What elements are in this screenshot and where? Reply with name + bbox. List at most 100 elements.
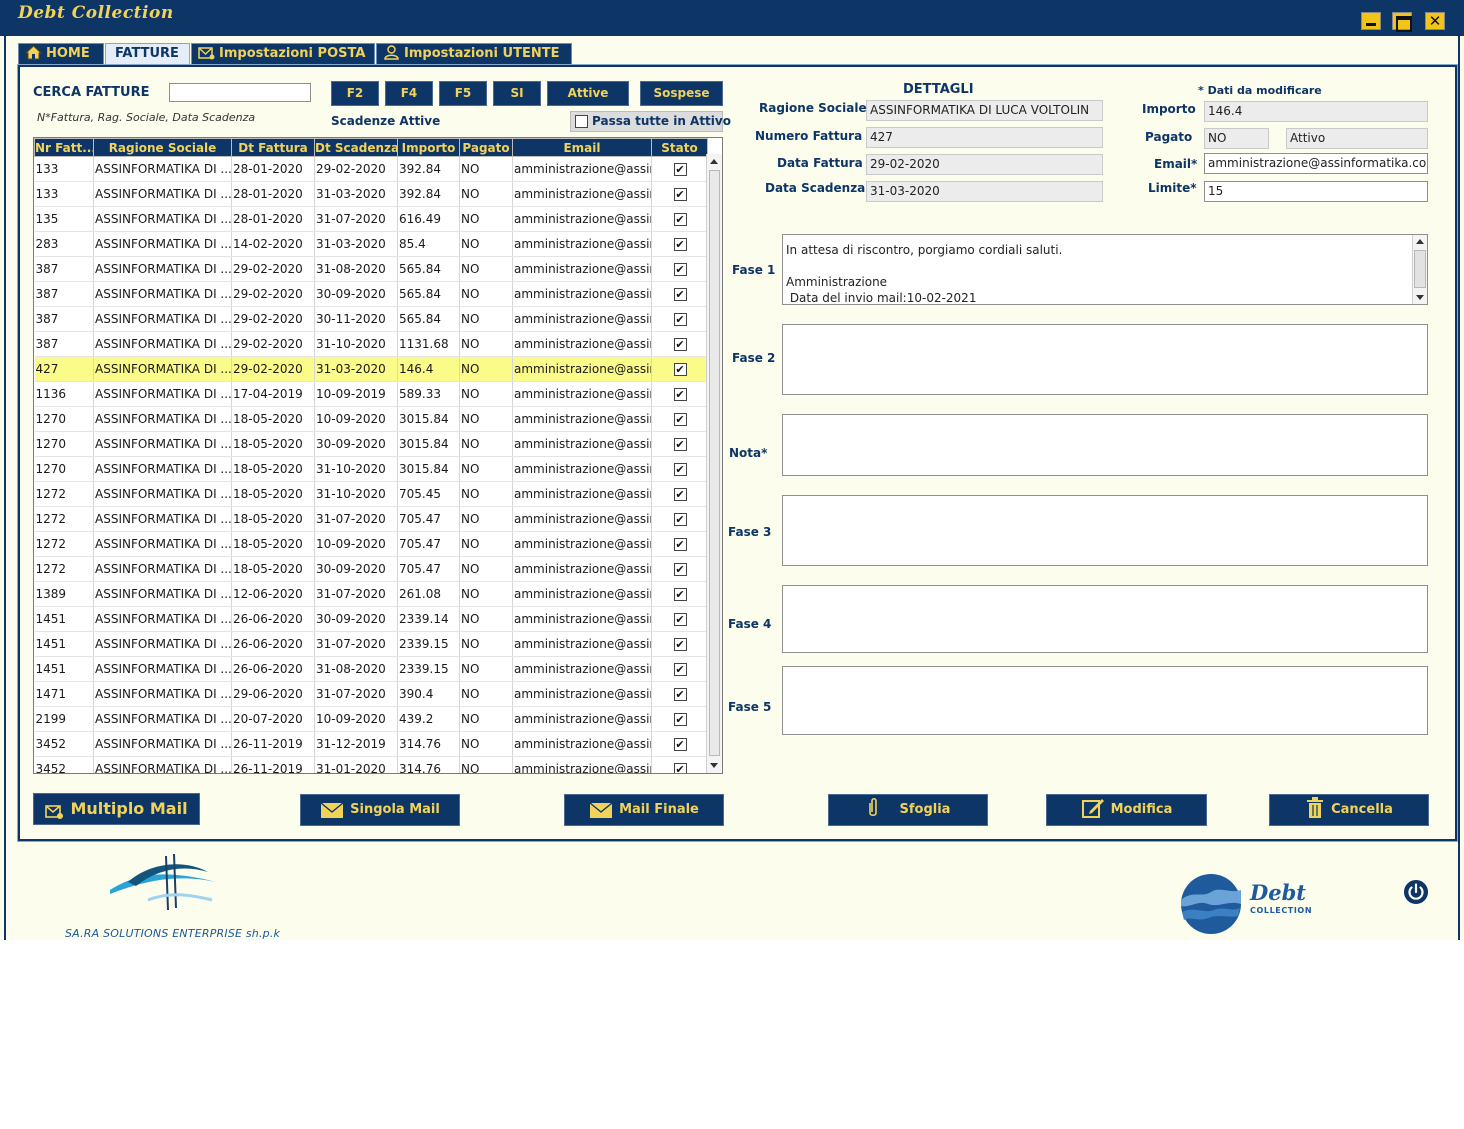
scrollbar-thumb[interactable] <box>1414 250 1426 288</box>
table-row[interactable]: 1136 ASSINFORMATIKA DI ... 17-04-2019 10-09… <box>34 381 708 407</box>
fase1-textarea[interactable]: In attesa di riscontro, porgiamo cordial… <box>782 234 1428 305</box>
f4-button[interactable]: F4 <box>385 81 433 106</box>
table-row[interactable]: 133 ASSINFORMATIKA DI ... 28-01-2020 31-03-… <box>34 181 708 207</box>
table-row[interactable]: 1471 ASSINFORMATIKA DI ... 29-06-2020 31-07… <box>34 681 708 707</box>
checked-checkbox-icon[interactable]: ✔ <box>673 263 687 276</box>
table-row[interactable]: 1272 ASSINFORMATIKA DI ... 18-05-2020 30-09… <box>34 556 708 582</box>
checked-checkbox-icon[interactable]: ✔ <box>673 563 687 576</box>
checked-checkbox-icon[interactable]: ✔ <box>673 763 687 773</box>
checked-checkbox-icon[interactable]: ✔ <box>673 238 687 251</box>
fase1-scrollbar[interactable] <box>1412 235 1427 304</box>
cancella-button[interactable]: Cancella <box>1269 794 1429 826</box>
table-row[interactable]: 135 ASSINFORMATIKA DI ... 28-01-2020 31-07-… <box>34 206 708 232</box>
minimize-button[interactable] <box>1361 12 1381 30</box>
table-row[interactable]: 283 ASSINFORMATIKA DI ... 14-02-2020 31-03-… <box>34 231 708 257</box>
checked-checkbox-icon[interactable]: ✔ <box>673 413 687 426</box>
table-row[interactable]: 1270 ASSINFORMATIKA DI ... 18-05-2020 31-10… <box>34 456 708 482</box>
table-row[interactable]: 3452 ASSINFORMATIKA DI ... 26-11-2019 31-01… <box>34 756 708 773</box>
checked-checkbox-icon[interactable]: ✔ <box>673 513 687 526</box>
checked-checkbox-icon[interactable]: ✔ <box>673 663 687 676</box>
scroll-up-icon[interactable] <box>1416 239 1424 244</box>
checked-checkbox-icon[interactable]: ✔ <box>673 738 687 751</box>
table-row[interactable]: 1272 ASSINFORMATIKA DI ... 18-05-2020 31-10… <box>34 481 708 507</box>
nota-textarea[interactable] <box>782 414 1428 476</box>
table-row[interactable]: 387 ASSINFORMATIKA DI ... 29-02-2020 30-09-… <box>34 281 708 307</box>
checked-checkbox-icon[interactable]: ✔ <box>673 488 687 501</box>
fase2-textarea[interactable] <box>782 324 1428 395</box>
attive-button[interactable]: Attive <box>547 81 629 106</box>
scroll-down-icon[interactable] <box>710 763 718 768</box>
sfoglia-button[interactable]: Sfoglia <box>828 794 988 826</box>
checked-checkbox-icon[interactable]: ✔ <box>673 163 687 176</box>
multiplo-mail-button[interactable]: Multiplo Mail <box>33 793 200 825</box>
table-row[interactable]: 1270 ASSINFORMATIKA DI ... 18-05-2020 30-09… <box>34 431 708 457</box>
power-icon[interactable] <box>1403 879 1429 905</box>
checked-checkbox-icon[interactable]: ✔ <box>673 363 687 376</box>
checked-checkbox-icon[interactable]: ✔ <box>673 313 687 326</box>
scroll-down-icon[interactable] <box>1416 295 1424 300</box>
table-row[interactable]: 1451 ASSINFORMATIKA DI ... 26-06-2020 31-07… <box>34 631 708 657</box>
table-row[interactable]: 2199 ASSINFORMATIKA DI ... 20-07-2020 10-09… <box>34 706 708 732</box>
table-row[interactable]: 1272 ASSINFORMATIKA DI ... 18-05-2020 10-09… <box>34 531 708 557</box>
checked-checkbox-icon[interactable]: ✔ <box>673 588 687 601</box>
checked-checkbox-icon[interactable]: ✔ <box>673 463 687 476</box>
table-row[interactable]: 387 ASSINFORMATIKA DI ... 29-02-2020 31-10-… <box>34 331 708 357</box>
scroll-up-icon[interactable] <box>710 159 718 164</box>
table-row[interactable]: 1451 ASSINFORMATIKA DI ... 26-06-2020 31-08… <box>34 656 708 682</box>
fase3-textarea[interactable] <box>782 495 1428 566</box>
passa-attivo-checkbox[interactable]: Passa tutte in Attivo <box>570 111 731 132</box>
checked-checkbox-icon[interactable]: ✔ <box>673 288 687 301</box>
cell-dt-fattura: 26-06-2020 <box>231 606 315 632</box>
tab-impostazioni-utente[interactable]: Impostazioni UTENTE <box>376 43 572 65</box>
table-row[interactable]: 427 ASSINFORMATIKA DI ... 29-02-2020 31-03-… <box>34 356 708 382</box>
tab-impostazioni-posta[interactable]: Impostazioni POSTA <box>191 43 375 65</box>
col-nr-fattura[interactable]: Nr Fatt... <box>34 138 94 157</box>
table-row[interactable]: 133 ASSINFORMATIKA DI ... 28-01-2020 29-02-… <box>34 156 708 182</box>
table-row[interactable]: 1451 ASSINFORMATIKA DI ... 26-06-2020 30-09… <box>34 606 708 632</box>
checked-checkbox-icon[interactable]: ✔ <box>673 638 687 651</box>
maximize-button[interactable] <box>1392 12 1412 32</box>
tab-fatture[interactable]: FATTURE <box>105 43 190 65</box>
cell-ragione-sociale: ASSINFORMATIKA DI ... <box>93 506 232 532</box>
col-dt-scadenza[interactable]: Dt Scadenza <box>314 138 398 157</box>
checked-checkbox-icon[interactable]: ✔ <box>673 388 687 401</box>
checked-checkbox-icon[interactable]: ✔ <box>673 688 687 701</box>
limite-input[interactable]: 15 <box>1204 181 1428 202</box>
mail-finale-button[interactable]: Mail Finale <box>564 794 724 826</box>
col-ragione-sociale[interactable]: Ragione Sociale <box>93 138 232 157</box>
col-dt-fattura[interactable]: Dt Fattura <box>231 138 315 157</box>
checked-checkbox-icon[interactable]: ✔ <box>673 713 687 726</box>
table-scrollbar[interactable] <box>706 154 722 773</box>
checked-checkbox-icon[interactable]: ✔ <box>673 613 687 626</box>
fase5-textarea[interactable] <box>782 666 1428 735</box>
fase4-textarea[interactable] <box>782 585 1428 653</box>
table-row[interactable]: 1272 ASSINFORMATIKA DI ... 18-05-2020 31-07… <box>34 506 708 532</box>
close-button[interactable]: ✕ <box>1425 12 1445 30</box>
checked-checkbox-icon[interactable]: ✔ <box>673 188 687 201</box>
table-row[interactable]: 1389 ASSINFORMATIKA DI ... 12-06-2020 31-07… <box>34 581 708 607</box>
col-email[interactable]: Email <box>512 138 652 157</box>
checked-checkbox-icon[interactable]: ✔ <box>673 338 687 351</box>
cell-dt-scadenza: 10-09-2019 <box>314 381 398 407</box>
col-stato[interactable]: Stato <box>651 138 708 157</box>
search-input[interactable] <box>169 83 311 102</box>
tab-home[interactable]: HOME <box>18 43 104 65</box>
checked-checkbox-icon[interactable]: ✔ <box>673 538 687 551</box>
modifica-button[interactable]: Modifica <box>1046 794 1207 826</box>
table-row[interactable]: 387 ASSINFORMATIKA DI ... 29-02-2020 31-08-… <box>34 256 708 282</box>
cell-dt-scadenza: 31-07-2020 <box>314 581 398 607</box>
scrollbar-thumb[interactable] <box>709 170 720 756</box>
sospese-button[interactable]: Sospese <box>640 81 723 106</box>
table-row[interactable]: 1270 ASSINFORMATIKA DI ... 18-05-2020 10-09… <box>34 406 708 432</box>
table-row[interactable]: 3452 ASSINFORMATIKA DI ... 26-11-2019 31-12… <box>34 731 708 757</box>
singola-mail-button[interactable]: Singola Mail <box>300 794 460 826</box>
f5-button[interactable]: F5 <box>439 81 487 106</box>
col-importo[interactable]: Importo <box>397 138 460 157</box>
checked-checkbox-icon[interactable]: ✔ <box>673 213 687 226</box>
email-input[interactable]: amministrazione@assinformatika.com <box>1204 153 1428 174</box>
si-button[interactable]: SI <box>493 81 541 106</box>
table-row[interactable]: 387 ASSINFORMATIKA DI ... 29-02-2020 30-11-… <box>34 306 708 332</box>
f2-button[interactable]: F2 <box>331 81 379 106</box>
checked-checkbox-icon[interactable]: ✔ <box>673 438 687 451</box>
col-pagato[interactable]: Pagato <box>459 138 513 157</box>
